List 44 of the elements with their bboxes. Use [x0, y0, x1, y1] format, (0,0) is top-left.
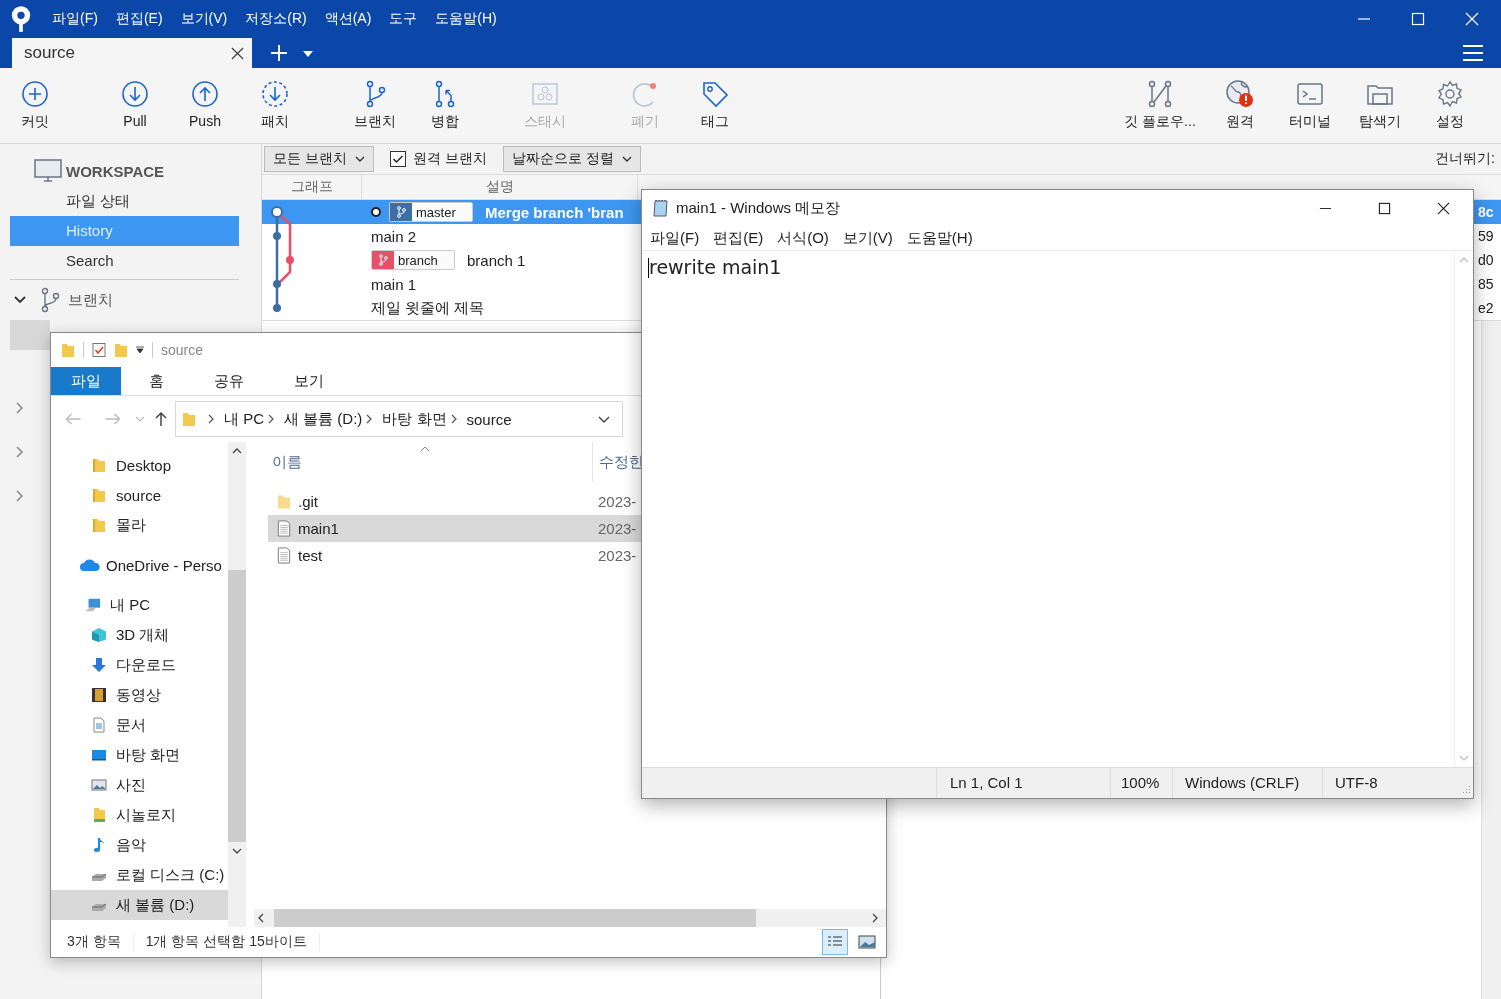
tree-label: 문서: [116, 715, 146, 735]
file-name: .git: [298, 493, 319, 510]
file-name: main1: [298, 520, 340, 537]
commit-hash: d0: [1478, 252, 1495, 268]
tree-label: 사진: [116, 775, 146, 795]
tree-label: 로컬 디스크 (C:): [116, 865, 225, 885]
status-text: Windows (CRLF): [1172, 768, 1322, 798]
tree-label: 다운로드: [116, 655, 176, 675]
status-text: UTF-8: [1322, 768, 1461, 798]
tree-label: 시놀로지: [116, 805, 176, 825]
tree-label: Desktop: [116, 456, 172, 474]
status-text: Ln 1, Col 1: [936, 768, 1110, 798]
status-text: 3개 항목: [67, 933, 134, 951]
commit-hash: 85: [1478, 276, 1495, 292]
jump-label: 건너뛰기:: [1435, 150, 1495, 168]
commit-hash: e2: [1478, 300, 1495, 316]
window-title: source: [161, 342, 204, 358]
branch-label: master: [389, 202, 473, 222]
tab-label: source: [24, 43, 77, 63]
tree-label: 내 PC: [110, 595, 150, 615]
file-date: 2023-: [598, 547, 637, 564]
window-title: main1 - Windows 메모장: [676, 198, 841, 218]
checkbox-label: 원격 브랜치: [412, 150, 487, 168]
file-name: test: [298, 547, 324, 564]
commit-hash: 8c: [1478, 204, 1495, 220]
tree-label: 음악: [116, 835, 146, 855]
tree-label: 3D 개체: [116, 625, 170, 645]
tree-label: 바탕 화면: [116, 745, 181, 765]
commit-message: branch 1: [467, 251, 526, 269]
file-date: 2023-: [598, 520, 637, 537]
commit-message: main 1: [371, 275, 417, 293]
tree-label: 동영상: [116, 685, 161, 705]
tree-label: 새 볼륨 (D:): [116, 895, 195, 915]
section-heading: 브랜치: [68, 290, 113, 310]
commit-message: 제일 윗줄에 제목: [371, 298, 485, 318]
commit-message: Merge branch 'bran: [485, 203, 624, 221]
file-date: 2023-: [598, 493, 637, 510]
status-text: 100%: [1110, 768, 1172, 798]
tree-label: 몰라: [116, 515, 146, 535]
section-heading: WORKSPACE: [66, 162, 165, 180]
branch-label: branch: [371, 250, 455, 270]
status-text: 1개 항목 선택함 15바이트: [145, 933, 320, 951]
tree-label: OneDrive - Perso: [106, 556, 222, 574]
tree-label: source: [116, 486, 162, 504]
